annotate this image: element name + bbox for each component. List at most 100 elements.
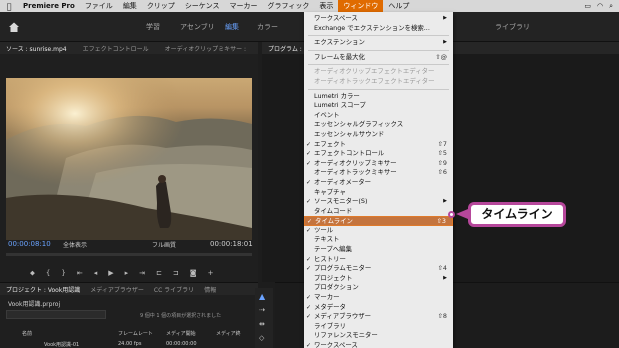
- menu-window[interactable]: ウィンドウ: [338, 0, 384, 12]
- window-menu-item[interactable]: リファレンスモニター: [304, 331, 453, 341]
- step-forward-icon[interactable]: ▸: [125, 269, 129, 278]
- window-menu-item[interactable]: プロジェクト ▶: [304, 274, 453, 284]
- window-menu-item[interactable]: ✓ オーディオクリップミキサー ⇧9: [304, 159, 453, 169]
- razor-tool-icon[interactable]: ◇: [259, 334, 264, 342]
- window-menu-item[interactable]: エッセンシャルグラフィックス: [304, 120, 453, 130]
- menu-item-label: ヒストリー: [314, 254, 346, 263]
- selection-info: 9 個中 1 個の項目が選択されました: [140, 313, 222, 319]
- tab-media-browser[interactable]: メディアブラウザー: [90, 285, 144, 294]
- tab-source[interactable]: ソース : sunrise.mp4: [6, 44, 67, 53]
- project-item-name[interactable]: Vook用認識-01: [44, 341, 79, 348]
- fit-select[interactable]: 全体表示: [63, 240, 87, 249]
- tab-editing[interactable]: 編集: [225, 22, 239, 32]
- tools-panel: ▲ ⇢ ⇹ ◇: [255, 288, 273, 348]
- window-menu-item[interactable]: Exchange でエクステンションを検索...: [304, 24, 453, 34]
- tab-audio-clip-mixer[interactable]: オーディオクリップミキサー :: [165, 44, 246, 53]
- window-menu-item[interactable]: キャプチャ: [304, 188, 453, 198]
- window-menu-item[interactable]: タイムコード: [304, 207, 453, 217]
- quality-select[interactable]: フル画質: [152, 240, 176, 249]
- add-button-icon[interactable]: +: [208, 269, 214, 278]
- window-menu-item[interactable]: ✓ メタデータ: [304, 303, 453, 313]
- go-to-in-icon[interactable]: ⇤: [77, 269, 83, 278]
- apple-icon[interactable]: : [0, 2, 18, 11]
- menu-item-shortcut: ⇧5: [437, 149, 447, 158]
- tab-color[interactable]: カラー: [257, 22, 278, 32]
- menu-clip[interactable]: クリップ: [142, 0, 180, 12]
- insert-icon[interactable]: ⊏: [156, 269, 162, 278]
- menu-graphics[interactable]: グラフィック: [262, 0, 314, 12]
- menu-edit[interactable]: 編集: [118, 0, 142, 12]
- tab-project[interactable]: プロジェクト : Vook用認識: [6, 285, 80, 294]
- window-menu-item[interactable]: テープへ編集: [304, 245, 453, 255]
- in-point-icon[interactable]: {: [46, 269, 50, 278]
- col-framerate[interactable]: フレームレート: [118, 330, 153, 337]
- window-menu-item[interactable]: ✓ エフェクトコントロール ⇧5: [304, 149, 453, 159]
- window-menu-item[interactable]: ✓ プログラムモニター ⇧4: [304, 264, 453, 274]
- overwrite-icon[interactable]: ⊐: [173, 269, 179, 278]
- tab-learning[interactable]: 学習: [146, 22, 160, 32]
- window-menu-item[interactable]: ✓ マーカー: [304, 293, 453, 303]
- selection-tool-icon[interactable]: ▲: [259, 292, 265, 301]
- window-menu-item[interactable]: ✓ ソースモニター(S) ▶: [304, 197, 453, 207]
- window-menu-item[interactable]: Lumetri スコープ: [304, 101, 453, 111]
- window-menu-item[interactable]: イベント: [304, 111, 453, 121]
- play-icon[interactable]: ▶: [108, 269, 113, 278]
- menu-item-label: タイムコード: [314, 206, 353, 215]
- project-search-input[interactable]: [6, 310, 106, 319]
- ripple-edit-icon[interactable]: ⇹: [259, 320, 265, 328]
- window-menu-item[interactable]: テキスト: [304, 235, 453, 245]
- tab-cc-libraries[interactable]: CC ライブラリ: [154, 285, 194, 294]
- go-to-out-icon[interactable]: ⇥: [139, 269, 145, 278]
- menu-app[interactable]: Premiere Pro: [18, 0, 80, 12]
- menu-file[interactable]: ファイル: [80, 0, 118, 12]
- col-media-start[interactable]: メディア開始: [166, 330, 196, 337]
- source-timeline-ruler[interactable]: [6, 253, 252, 256]
- window-menu-item[interactable]: ✓ エフェクト ⇧7: [304, 140, 453, 150]
- out-point-icon[interactable]: }: [61, 269, 65, 278]
- window-menu-item[interactable]: ✓ ワークスペース: [304, 341, 453, 348]
- checkmark-icon: ✓: [306, 313, 312, 321]
- menu-item-label: メディアブラウザー: [314, 312, 372, 321]
- window-menu-item[interactable]: ワークスペース ▶: [304, 14, 453, 24]
- menu-item-label: エッセンシャルグラフィックス: [314, 120, 404, 129]
- menu-marker[interactable]: マーカー: [224, 0, 262, 12]
- menu-item-label: ソースモニター(S): [314, 197, 368, 206]
- marker-icon[interactable]: ⬥: [30, 269, 35, 278]
- window-menu-item[interactable]: エクステンション ▶: [304, 38, 453, 48]
- step-back-icon[interactable]: ◂: [94, 269, 98, 278]
- wifi-icon[interactable]: ◠: [597, 2, 603, 11]
- source-timecode[interactable]: 00:00:08:10: [8, 240, 51, 248]
- submenu-arrow-icon: ▶: [443, 198, 447, 205]
- tab-effect-controls[interactable]: エフェクトコントロール: [83, 44, 149, 53]
- window-menu-item[interactable]: エッセンシャルサウンド: [304, 130, 453, 140]
- menu-item-label: オーディオクリップエフェクトエディター: [314, 67, 435, 76]
- window-menu-item[interactable]: プロダクション: [304, 283, 453, 293]
- window-menu-item[interactable]: オーディオトラックミキサー ⇧6: [304, 168, 453, 178]
- menu-help[interactable]: ヘルプ: [383, 0, 414, 12]
- window-menu-item[interactable]: Lumetri カラー: [304, 92, 453, 102]
- checkmark-icon: ✓: [306, 303, 312, 311]
- home-icon[interactable]: [8, 21, 20, 33]
- window-menu-item[interactable]: ✓ オーディオメーター: [304, 178, 453, 188]
- menu-item-label: Lumetri カラー: [314, 91, 360, 100]
- window-menu-item[interactable]: ライブラリ: [304, 322, 453, 332]
- export-frame-icon[interactable]: ◙: [190, 269, 197, 278]
- tab-info[interactable]: 情報: [204, 285, 216, 294]
- track-select-icon[interactable]: ⇢: [259, 306, 265, 314]
- battery-icon[interactable]: ▭: [584, 2, 591, 11]
- menu-view[interactable]: 表示: [314, 0, 338, 12]
- col-media-end[interactable]: メディア終: [216, 330, 241, 337]
- window-menu-item[interactable]: ✓ ツール: [304, 226, 453, 236]
- menubar-status: ▭ ◠ ⌕: [584, 2, 619, 11]
- menu-sequence[interactable]: シーケンス: [180, 0, 225, 12]
- window-menu-item[interactable]: ✓ ヒストリー: [304, 255, 453, 265]
- tab-assembly[interactable]: アセンブリ: [180, 22, 215, 32]
- col-name[interactable]: 名前: [22, 330, 32, 337]
- search-icon[interactable]: ⌕: [609, 2, 613, 11]
- window-menu-item[interactable]: ✓ メディアブラウザー ⇧8: [304, 312, 453, 322]
- window-menu-item[interactable]: フレームを最大化 ⇧@: [304, 53, 453, 63]
- window-menu-item[interactable]: ✓ タイムライン ⇧3: [304, 216, 453, 226]
- menu-item-shortcut: ⇧4: [437, 264, 447, 273]
- tab-libraries[interactable]: ライブラリ: [495, 22, 530, 32]
- source-video-frame[interactable]: [6, 78, 252, 240]
